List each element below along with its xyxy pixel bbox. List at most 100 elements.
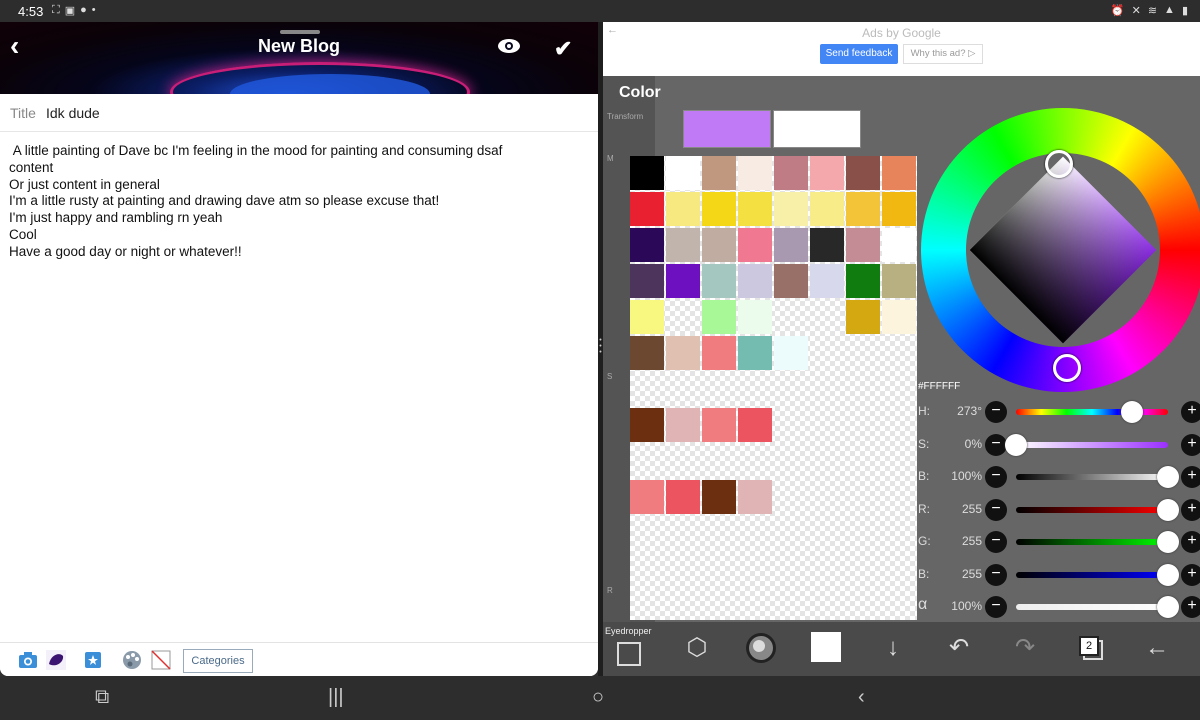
decrease-button[interactable]: − [985, 433, 1007, 456]
decrease-button[interactable]: − [985, 401, 1007, 423]
increase-button[interactable]: + [1181, 466, 1200, 488]
screenshot-nav-icon[interactable]: ⧉ [95, 686, 109, 709]
home-button[interactable]: ○ [592, 686, 604, 709]
current-color-swatch[interactable] [683, 110, 771, 148]
increase-button[interactable]: + [1181, 596, 1200, 618]
palette-swatch[interactable] [882, 228, 916, 262]
palette-swatch[interactable] [846, 156, 880, 190]
back-arrow-button[interactable]: ← [1141, 632, 1173, 664]
window-drag-handle[interactable] [280, 30, 320, 34]
palette-swatch[interactable] [666, 192, 700, 226]
palette-swatch[interactable] [702, 264, 736, 298]
palette-swatch[interactable] [738, 408, 772, 442]
sticker-icon[interactable] [83, 650, 103, 670]
why-this-ad-button[interactable]: Why this ad? ▷ [903, 44, 983, 64]
palette-swatch[interactable] [630, 336, 664, 370]
palette-swatch[interactable] [810, 228, 844, 262]
increase-button[interactable]: + [1181, 401, 1200, 423]
palette-swatch[interactable] [738, 192, 772, 226]
transform-selection-button[interactable]: ⬡ [681, 632, 713, 664]
increase-button[interactable]: + [1181, 563, 1200, 586]
palette-swatch[interactable] [882, 192, 916, 226]
increase-button[interactable]: + [1181, 498, 1200, 521]
palette-swatch[interactable] [738, 228, 772, 262]
palette-swatch[interactable] [702, 336, 736, 370]
palette-swatch[interactable] [738, 300, 772, 334]
back-nav-button[interactable]: ‹ [858, 686, 865, 709]
decrease-button[interactable]: − [985, 466, 1007, 488]
slider-knob[interactable] [1120, 401, 1143, 423]
decrease-button[interactable]: − [985, 596, 1007, 618]
undo-button[interactable]: ↶ [943, 632, 975, 664]
increase-button[interactable]: + [1181, 433, 1200, 456]
palette-swatch[interactable] [810, 156, 844, 190]
title-field[interactable]: Title Idk dude [0, 94, 598, 132]
slider-track[interactable] [1016, 474, 1168, 480]
preview-button[interactable] [497, 38, 521, 59]
palette-swatch[interactable] [702, 228, 736, 262]
decrease-button[interactable]: − [985, 563, 1007, 586]
palette-swatch[interactable] [738, 264, 772, 298]
previous-color-swatch[interactable] [773, 110, 861, 148]
publish-button[interactable]: ✔ [554, 36, 572, 62]
palette-swatch[interactable] [666, 480, 700, 514]
slider-track[interactable] [1016, 604, 1168, 610]
palette-swatch[interactable] [882, 300, 916, 334]
palette-swatch[interactable] [630, 228, 664, 262]
slider-knob[interactable] [1157, 531, 1179, 553]
palette-swatch[interactable] [666, 156, 700, 190]
palette-swatch[interactable] [846, 300, 880, 334]
palette-swatch[interactable] [666, 264, 700, 298]
brightness-selector-handle[interactable] [1045, 150, 1073, 178]
palette-swatch[interactable] [702, 480, 736, 514]
send-feedback-button[interactable]: Send feedback [820, 44, 898, 64]
palette-swatch[interactable] [882, 156, 916, 190]
palette-swatch[interactable] [774, 156, 808, 190]
slider-track[interactable] [1016, 506, 1168, 513]
palette-swatch[interactable] [846, 264, 880, 298]
slider-knob[interactable] [1157, 596, 1179, 618]
palette-swatch[interactable] [738, 336, 772, 370]
slider-knob[interactable] [1005, 433, 1027, 456]
eyedropper-button[interactable] [617, 642, 641, 666]
palette-swatch[interactable] [882, 264, 916, 298]
palette-swatch[interactable] [630, 156, 664, 190]
down-arrow-button[interactable]: ↓ [877, 632, 909, 664]
slider-knob[interactable] [1157, 563, 1179, 586]
palette-swatch[interactable] [774, 192, 808, 226]
brush-button[interactable] [745, 632, 777, 664]
slider-track[interactable] [1016, 539, 1168, 545]
blog-body-textarea[interactable]: A little painting of Dave bc I'm feeling… [9, 143, 584, 261]
palette-swatch[interactable] [846, 228, 880, 262]
slider-knob[interactable] [1157, 498, 1179, 521]
palette-icon[interactable] [122, 650, 142, 670]
palette-swatch[interactable] [630, 408, 664, 442]
image-thumbnail-icon[interactable] [46, 650, 66, 670]
palette-swatch[interactable] [810, 192, 844, 226]
camera-icon[interactable] [18, 650, 38, 670]
palette-swatch[interactable] [666, 336, 700, 370]
palette-swatch[interactable] [702, 408, 736, 442]
decrease-button[interactable]: − [985, 531, 1007, 553]
palette-swatch[interactable] [702, 192, 736, 226]
palette-swatch[interactable] [630, 300, 664, 334]
hex-value[interactable]: #FFFFFF [918, 381, 960, 392]
layers-button[interactable]: 2 [1075, 632, 1107, 664]
palette-swatch[interactable] [666, 228, 700, 262]
palette-swatch[interactable] [702, 156, 736, 190]
palette-swatch[interactable] [630, 480, 664, 514]
hue-selector-handle[interactable] [1053, 354, 1081, 382]
title-input[interactable]: Idk dude [46, 105, 100, 121]
recent-apps-button[interactable]: ||| [328, 686, 344, 709]
slider-track[interactable] [1016, 441, 1168, 448]
slider-track[interactable] [1016, 571, 1168, 578]
palette-swatch[interactable] [774, 264, 808, 298]
palette-swatch[interactable] [630, 192, 664, 226]
color-button[interactable] [811, 632, 843, 664]
categories-button[interactable]: Categories [183, 649, 253, 673]
palette-swatch[interactable] [738, 480, 772, 514]
increase-button[interactable]: + [1181, 531, 1200, 553]
no-background-icon[interactable] [151, 650, 171, 670]
palette-swatch[interactable] [774, 228, 808, 262]
redo-button[interactable]: ↷ [1009, 632, 1041, 664]
